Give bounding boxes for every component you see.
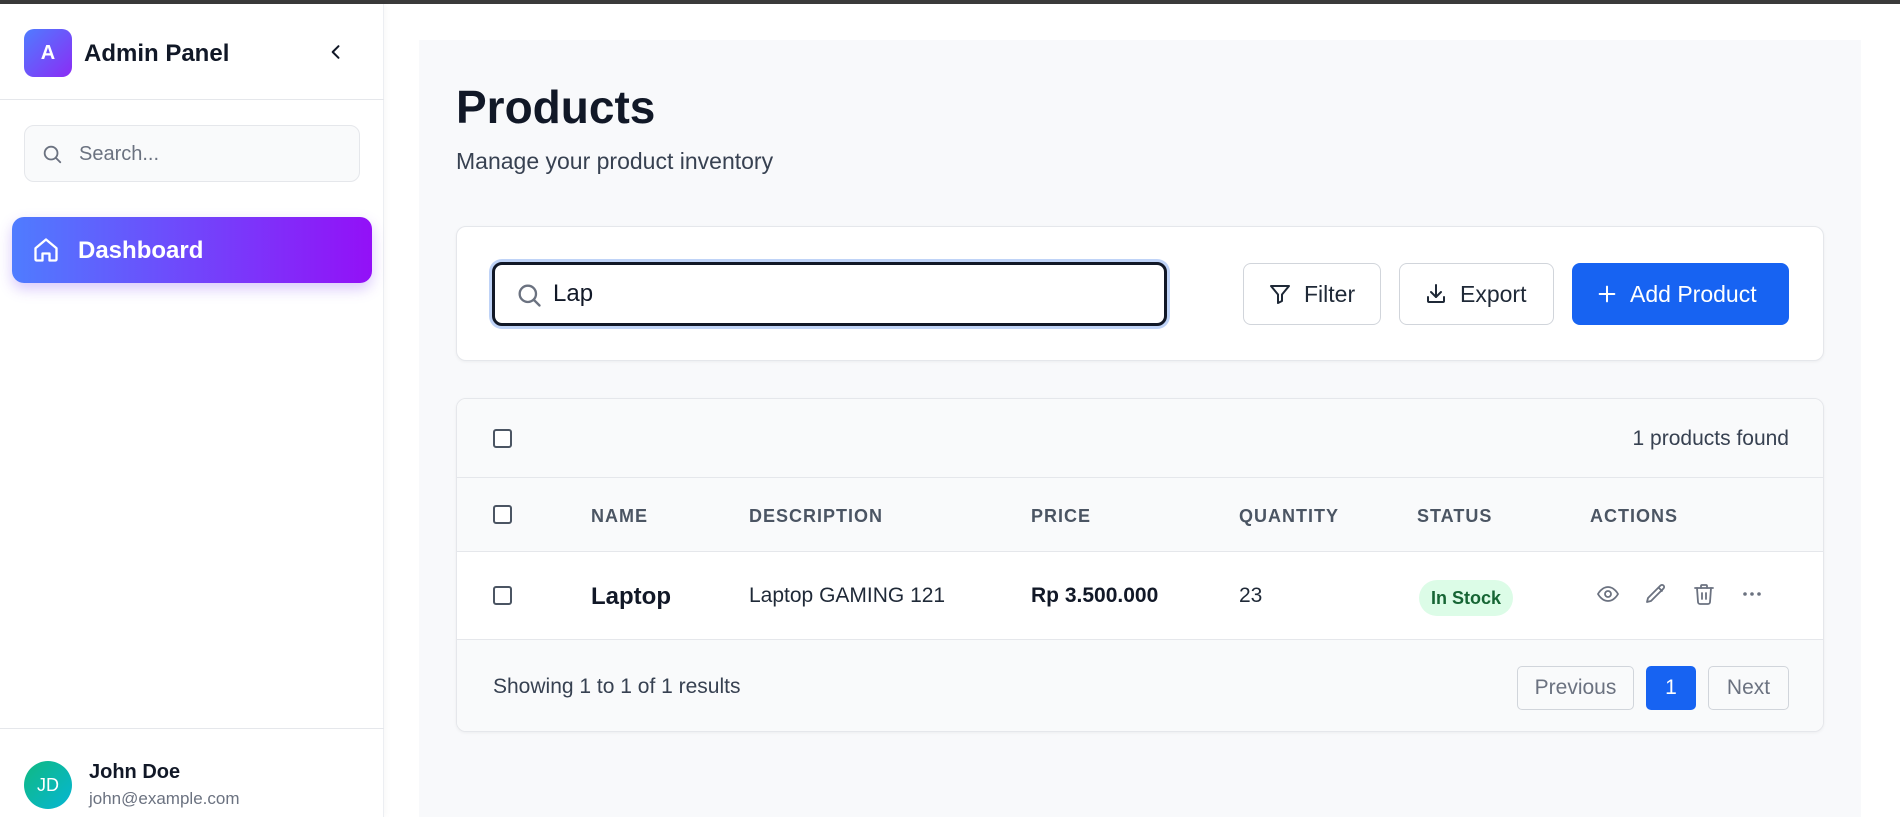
brand-logo: A: [24, 29, 72, 77]
add-product-button-label: Add Product: [1630, 280, 1757, 307]
home-icon: [32, 236, 60, 269]
delete-icon: [1692, 582, 1716, 611]
products-toolbar: Filter Export Add Product: [456, 226, 1824, 361]
user-email: john@example.com: [89, 789, 240, 808]
column-header-price[interactable]: PRICE: [1031, 506, 1091, 527]
sidebar-item-dashboard[interactable]: Dashboard: [12, 217, 372, 283]
column-header-name[interactable]: NAME: [591, 506, 648, 527]
status-badge: In Stock: [1419, 580, 1514, 616]
table-header: NAME DESCRIPTION PRICE QUANTITY STATUS A…: [457, 478, 1823, 552]
product-price: Rp 3.500.000: [1031, 584, 1159, 607]
delete-button[interactable]: [1691, 583, 1717, 609]
product-search: [492, 262, 1167, 326]
user-name: John Doe: [89, 761, 181, 783]
filter-button[interactable]: Filter: [1243, 263, 1381, 325]
select-all-checkbox[interactable]: [493, 429, 512, 448]
edit-icon: [1644, 582, 1668, 611]
header-checkbox[interactable]: [493, 505, 512, 524]
column-header-status[interactable]: STATUS: [1417, 506, 1492, 527]
view-button[interactable]: [1595, 583, 1621, 609]
page-title: Products: [456, 81, 656, 133]
collapse-sidebar-button[interactable]: [322, 40, 350, 68]
edit-button[interactable]: [1643, 583, 1669, 609]
chevron-left-icon: [326, 42, 346, 67]
brand-title: Admin Panel: [84, 40, 230, 67]
column-header-description[interactable]: DESCRIPTION: [749, 506, 883, 527]
add-product-button[interactable]: Add Product: [1572, 263, 1789, 325]
filter-button-label: Filter: [1304, 280, 1356, 307]
sidebar-search-input[interactable]: [79, 138, 349, 170]
search-icon: [41, 143, 63, 170]
product-description: Laptop GAMING 121: [749, 584, 946, 607]
previous-page-button[interactable]: Previous: [1517, 666, 1634, 710]
pagination-summary: Showing 1 to 1 of 1 results: [493, 675, 741, 698]
page-subtitle: Manage your product inventory: [456, 148, 774, 174]
view-icon: [1596, 582, 1620, 611]
table-toolbar: 1 products found: [457, 399, 1823, 478]
export-button-label: Export: [1460, 280, 1527, 307]
filter-icon: [1268, 282, 1292, 306]
products-count: 1 products found: [1632, 427, 1789, 450]
export-button[interactable]: Export: [1399, 263, 1554, 325]
sidebar-search: [24, 125, 360, 182]
table-footer: Showing 1 to 1 of 1 results Previous 1 N…: [457, 640, 1823, 731]
more-icon: [1740, 582, 1764, 611]
next-page-button[interactable]: Next: [1708, 666, 1789, 710]
avatar: JD: [24, 761, 72, 809]
more-actions-button[interactable]: [1739, 583, 1765, 609]
table-row[interactable]: Laptop Laptop GAMING 121 Rp 3.500.000 23…: [457, 552, 1823, 640]
column-header-actions: ACTIONS: [1590, 506, 1678, 526]
row-checkbox[interactable]: [493, 586, 512, 605]
sidebar-item-label: Dashboard: [78, 237, 204, 264]
sidebar-header: A Admin Panel: [0, 4, 384, 100]
page-1-button[interactable]: 1: [1646, 666, 1696, 710]
product-name[interactable]: Laptop: [591, 583, 671, 611]
product-quantity: 23: [1239, 584, 1263, 607]
plus-icon: [1596, 283, 1618, 305]
sidebar: A Admin Panel Dashboard JD John Doe john…: [0, 4, 384, 817]
download-icon: [1424, 282, 1448, 306]
product-search-input[interactable]: [553, 278, 1143, 310]
user-profile[interactable]: JD John Doe john@example.com: [0, 728, 384, 817]
column-header-quantity[interactable]: QUANTITY: [1239, 506, 1339, 527]
search-icon: [515, 281, 543, 314]
main-content: Products Manage your product inventory F…: [419, 40, 1861, 817]
products-table: 1 products found NAME DESCRIPTION PRICE …: [456, 398, 1824, 732]
